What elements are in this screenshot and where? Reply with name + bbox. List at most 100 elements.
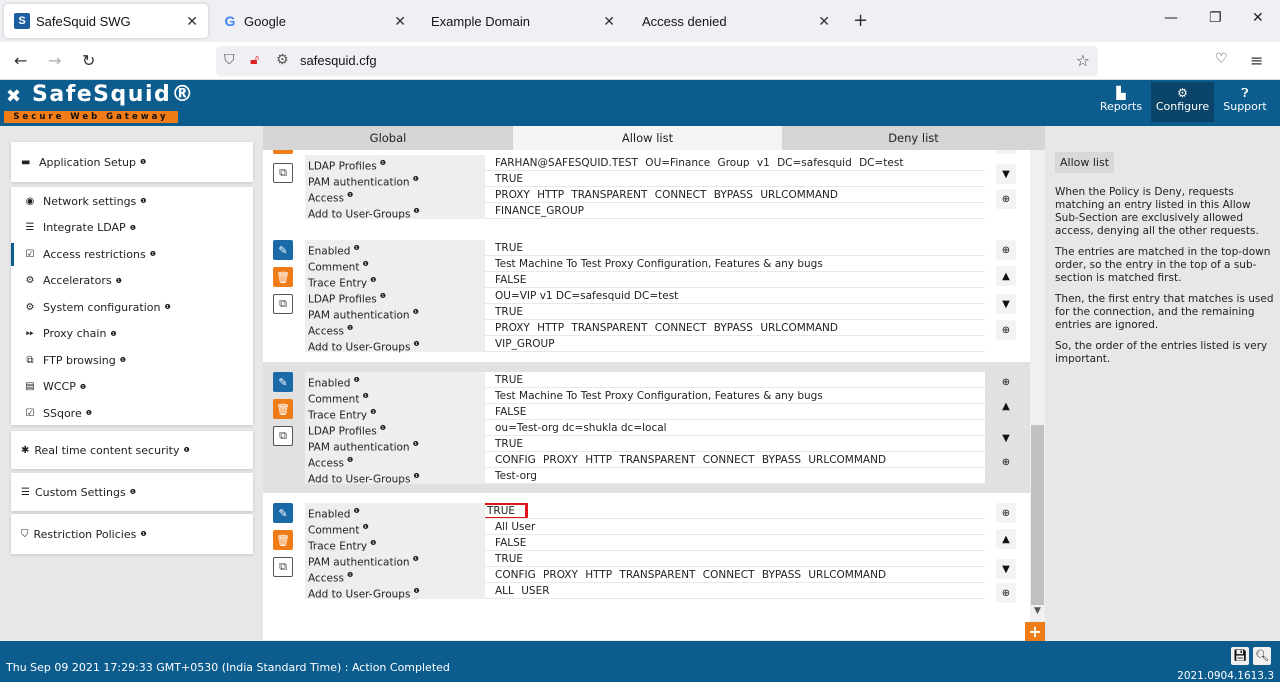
row-value[interactable]: ALL USER xyxy=(485,583,985,599)
info-icon[interactable]: ❶ xyxy=(362,260,368,268)
info-icon[interactable]: ❶ xyxy=(130,488,136,496)
info-icon[interactable]: ❶ xyxy=(110,330,116,338)
edit-button[interactable]: ✎ xyxy=(273,240,293,260)
sidebar-item-wccp[interactable]: ▤ WCCP ❶ xyxy=(11,374,253,401)
info-icon[interactable]: ❶ xyxy=(183,446,189,454)
move-down-button[interactable]: ▼ xyxy=(996,428,1016,448)
entry-row[interactable]: Enabled ❶ TRUE xyxy=(305,372,985,390)
entry-row[interactable]: PAM authentication ❶ TRUE xyxy=(305,436,985,454)
minimize-icon[interactable]: — xyxy=(1164,10,1178,26)
info-icon[interactable]: ❶ xyxy=(150,250,156,258)
configure-button[interactable]: ⚙ Configure xyxy=(1151,82,1214,122)
menu-icon[interactable]: ≡ xyxy=(1250,51,1263,70)
row-value[interactable]: TRUE xyxy=(485,551,985,567)
row-value[interactable]: FARHAN@SAFESQUID.TEST OU=Finance Group v… xyxy=(485,155,985,171)
entry-row[interactable]: LDAP Profiles ❶ ou=Test-org dc=shukla dc=l… xyxy=(305,420,985,438)
save-icon[interactable]: 💾︎ xyxy=(1231,647,1249,665)
move-down-button[interactable]: ▼ xyxy=(996,559,1016,579)
info-icon[interactable]: ❶ xyxy=(413,472,419,480)
move-down-button[interactable]: ▼ xyxy=(996,294,1016,314)
close-icon[interactable]: ✕ xyxy=(394,13,406,30)
info-icon[interactable]: ❶ xyxy=(413,308,419,316)
scroll-down-icon[interactable]: ▼ xyxy=(1030,606,1045,616)
entry-row[interactable]: Access ❶ CONFIG PROXY HTTP TRANSPARENT CON… xyxy=(305,567,985,585)
enabled-value-highlighted[interactable]: TRUE xyxy=(485,503,529,518)
info-icon[interactable]: ❶ xyxy=(380,424,386,432)
copy-button[interactable]: ⧉ xyxy=(273,557,293,577)
insert-button[interactable]: ⊕ xyxy=(996,240,1016,260)
info-icon[interactable]: ❶ xyxy=(362,392,368,400)
info-icon[interactable]: ❶ xyxy=(130,224,136,232)
delete-button[interactable]: 🗑︎ xyxy=(273,399,293,419)
info-icon[interactable]: ❶ xyxy=(116,277,122,285)
row-value[interactable]: VIP_GROUP xyxy=(485,336,985,352)
sidebar-item-integrate-ldap[interactable]: ☰ Integrate LDAP ❶ xyxy=(11,215,253,242)
insert-below-button[interactable]: ⊕ xyxy=(996,583,1016,603)
entry-row[interactable]: Add to User-Groups ❶ VIP_GROUP xyxy=(305,336,985,354)
row-value[interactable]: CONFIG PROXY HTTP TRANSPARENT CONNECT BY… xyxy=(485,567,985,583)
info-icon[interactable]: ❶ xyxy=(413,587,419,595)
browser-tab-google[interactable]: G Google ✕ xyxy=(212,4,416,38)
entry-row[interactable]: PAM authentication ❶ TRUE xyxy=(305,171,985,189)
info-icon[interactable]: ❶ xyxy=(120,356,126,364)
row-value[interactable]: FALSE xyxy=(485,535,985,551)
entry-row[interactable]: Comment ❶ Test Machine To Test Proxy Confi… xyxy=(305,388,985,406)
edit-button[interactable]: ✎ xyxy=(273,372,293,392)
reports-button[interactable]: ▙ Reports xyxy=(1096,82,1146,122)
insert-below-button[interactable]: ⊕ xyxy=(996,452,1016,472)
entry-row[interactable]: Access ❶ PROXY HTTP TRANSPARENT CONNECT BY… xyxy=(305,187,985,205)
row-value[interactable]: TRUE xyxy=(485,372,985,388)
info-icon[interactable]: ❶ xyxy=(380,292,386,300)
entry-row[interactable]: LDAP Profiles ❶ FARHAN@SAFESQUID.TEST OU=F… xyxy=(305,155,985,173)
info-icon[interactable]: ❶ xyxy=(347,456,353,464)
insert-button[interactable]: ⊕ xyxy=(996,189,1016,209)
sidebar-item-system-configuration[interactable]: ⚙ System configuration ❶ xyxy=(11,294,253,321)
row-value[interactable]: PROXY HTTP TRANSPARENT CONNECT BYPASS UR… xyxy=(485,187,985,203)
info-icon[interactable]: ❶ xyxy=(370,408,376,416)
sidebar-item-access-restrictions[interactable]: ☑ Access restrictions ❶ xyxy=(11,241,253,268)
entry-row[interactable]: Add to User-Groups ❶ ALL USER xyxy=(305,583,985,601)
copy-button[interactable]: ⧉ xyxy=(273,294,293,314)
row-value[interactable]: Test-org xyxy=(485,468,985,484)
info-icon[interactable]: ❶ xyxy=(80,383,86,391)
info-icon[interactable]: ❶ xyxy=(380,159,386,167)
entry-row[interactable]: Access ❶ CONFIG PROXY HTTP TRANSPARENT CON… xyxy=(305,452,985,470)
info-icon[interactable]: ❶ xyxy=(347,191,353,199)
info-icon[interactable]: ❶ xyxy=(413,207,419,215)
move-up-button[interactable] xyxy=(996,150,1016,154)
close-icon[interactable]: ✕ xyxy=(603,13,615,30)
entry-row[interactable]: Enabled ❶ TRUE xyxy=(305,240,985,258)
pocket-icon[interactable]: ♡ xyxy=(1215,51,1228,67)
edit-button[interactable]: ✎ xyxy=(273,503,293,523)
entry-row[interactable]: Access ❶ PROXY HTTP TRANSPARENT CONNECT BY… xyxy=(305,320,985,338)
tab-global[interactable]: Global xyxy=(263,126,513,150)
copy-button[interactable]: ⧉ xyxy=(273,163,293,183)
entry-row[interactable]: LDAP Profiles ❶ OU=VIP v1 DC=safesquid DC=… xyxy=(305,288,985,306)
row-value[interactable]: FALSE xyxy=(485,272,985,288)
row-value[interactable]: FALSE xyxy=(485,404,985,420)
insert-below-button[interactable]: ⊕ xyxy=(996,320,1016,340)
row-value[interactable]: Test Machine To Test Proxy Configuration… xyxy=(485,256,985,272)
info-icon[interactable]: ❶ xyxy=(413,440,419,448)
row-value[interactable]: Test Machine To Test Proxy Configuration… xyxy=(485,388,985,404)
window-close-icon[interactable]: ✕ xyxy=(1252,10,1264,26)
bookmark-star-icon[interactable]: ☆ xyxy=(1076,51,1090,70)
sidebar-real-time-content-security[interactable]: ✱ Real time content security ❶ xyxy=(11,431,253,469)
move-up-button[interactable]: ▲ xyxy=(996,529,1016,549)
delete-button[interactable]: 🗑︎ xyxy=(273,530,293,550)
info-icon[interactable]: ❶ xyxy=(164,303,170,311)
sidebar-item-accelerators[interactable]: ⚙ Accelerators ❶ xyxy=(11,268,253,295)
info-icon[interactable]: ❶ xyxy=(353,376,359,384)
delete-button[interactable] xyxy=(273,150,293,154)
entry-row[interactable]: Trace Entry ❶ FALSE xyxy=(305,272,985,290)
row-value[interactable]: OU=VIP v1 DC=safesquid DC=test xyxy=(485,288,985,304)
info-icon[interactable]: ❶ xyxy=(353,507,359,515)
close-icon[interactable]: ✕ xyxy=(186,13,198,30)
entry-row[interactable]: Comment ❶ Test Machine To Test Proxy Confi… xyxy=(305,256,985,274)
row-value[interactable]: FINANCE_GROUP xyxy=(485,203,985,219)
row-value[interactable]: CONFIG PROXY HTTP TRANSPARENT CONNECT BY… xyxy=(485,452,985,468)
tab-allow-list[interactable]: Allow list xyxy=(513,126,782,150)
sidebar-item-proxy-chain[interactable]: ⏩︎ Proxy chain ❶ xyxy=(11,321,253,348)
entry-row[interactable]: PAM authentication ❶ TRUE xyxy=(305,304,985,322)
add-entry-button[interactable]: + xyxy=(1025,622,1045,641)
